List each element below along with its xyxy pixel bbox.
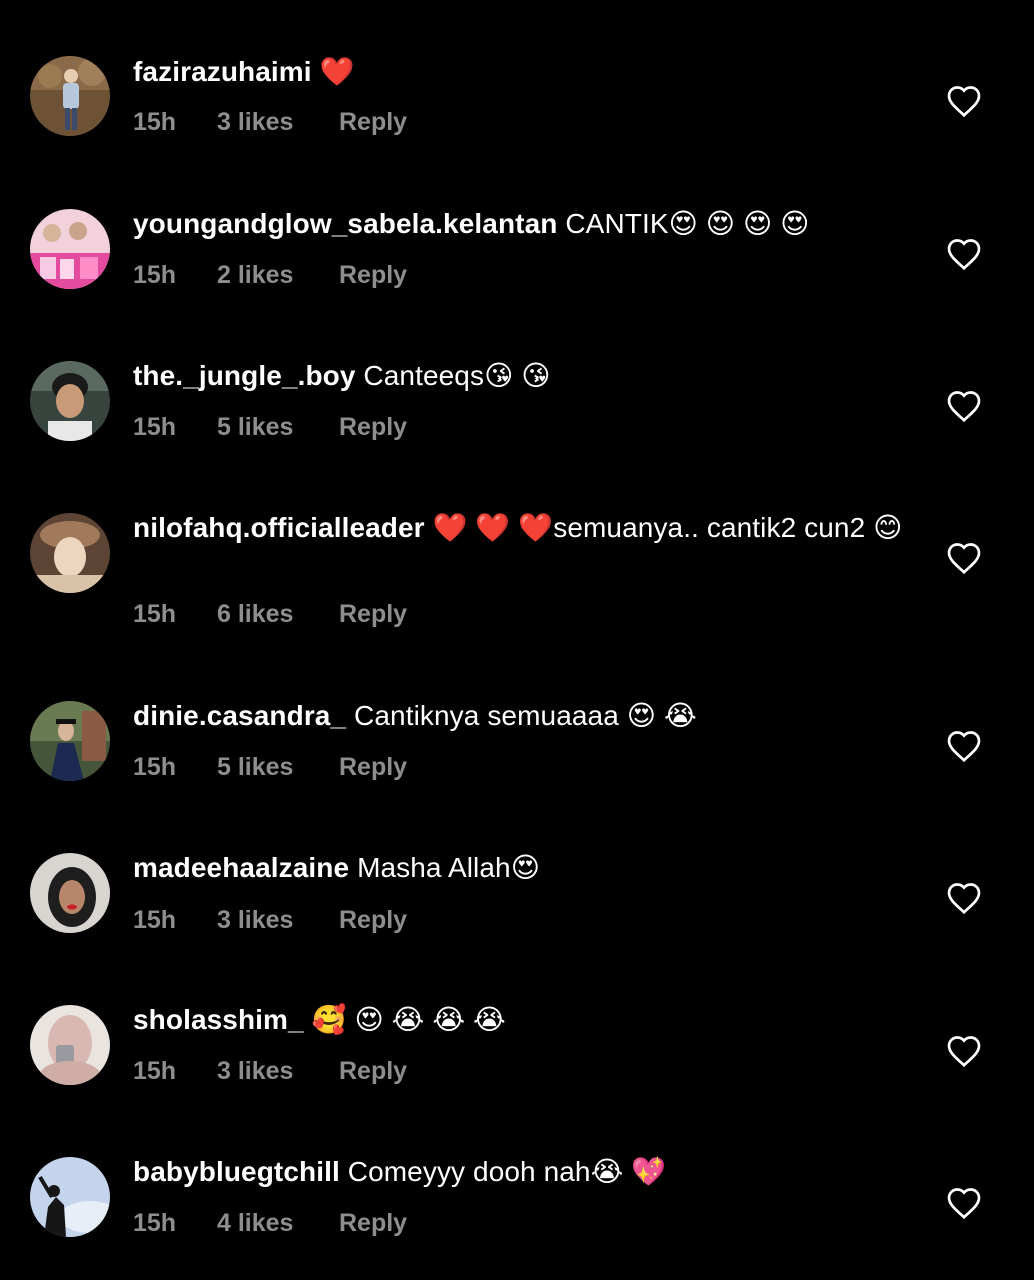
comment-body: Cantiknya semuaaaa 😍 😭 bbox=[354, 700, 697, 731]
comment-time: 15h bbox=[133, 108, 177, 136]
comment-text: fazirazuhaimi ❤️ bbox=[133, 54, 903, 90]
avatar-image bbox=[30, 701, 110, 781]
comment-meta: 15h 3 likes Reply bbox=[133, 1056, 407, 1086]
comment-time: 15h bbox=[133, 906, 177, 934]
comment-username[interactable]: youngandglow_sabela.kelantan bbox=[133, 208, 557, 239]
comment-username[interactable]: nilofahq.officialleader bbox=[133, 512, 425, 543]
comment-meta: 15h 6 likes Reply bbox=[133, 599, 407, 629]
avatar-image bbox=[30, 56, 110, 136]
comment-time: 15h bbox=[133, 261, 177, 289]
comment-body: 🥰 😍 😭 😭 😭 bbox=[311, 1004, 506, 1035]
comment-username[interactable]: babybluegtchill bbox=[133, 1156, 340, 1187]
comment-text: youngandglow_sabela.kelantan CANTIK😍 😍 😍… bbox=[133, 206, 903, 242]
comment-likes[interactable]: 5 likes bbox=[217, 412, 339, 442]
comment-time: 15h bbox=[133, 413, 177, 441]
avatar-image bbox=[30, 209, 110, 289]
like-heart-icon[interactable] bbox=[946, 1186, 982, 1220]
avatar-image bbox=[30, 361, 110, 441]
avatar[interactable] bbox=[30, 1005, 110, 1085]
like-heart-icon[interactable] bbox=[946, 1034, 982, 1068]
reply-button[interactable]: Reply bbox=[339, 412, 407, 442]
avatar[interactable] bbox=[30, 701, 110, 781]
avatar-image bbox=[30, 1005, 110, 1085]
avatar-image bbox=[30, 513, 110, 593]
comment-text: sholasshim_ 🥰 😍 😭 😭 😭 bbox=[133, 1002, 903, 1038]
like-heart-icon[interactable] bbox=[946, 541, 982, 575]
comment-text: babybluegtchill Comeyyy dooh nah😭 💖 bbox=[133, 1154, 903, 1190]
comment-meta: 15h 2 likes Reply bbox=[133, 260, 407, 290]
avatar[interactable] bbox=[30, 209, 110, 289]
comment-likes[interactable]: 4 likes bbox=[217, 1208, 339, 1238]
reply-button[interactable]: Reply bbox=[339, 905, 407, 935]
comment-likes[interactable]: 3 likes bbox=[217, 905, 339, 935]
comment-text: madeehaalzaine Masha Allah😍 bbox=[133, 850, 903, 886]
comment-meta: 15h 3 likes Reply bbox=[133, 107, 407, 137]
comment-username[interactable]: fazirazuhaimi bbox=[133, 56, 312, 87]
comment-time: 15h bbox=[133, 753, 177, 781]
reply-button[interactable]: Reply bbox=[339, 1056, 407, 1086]
comment-meta: 15h 5 likes Reply bbox=[133, 752, 407, 782]
comment-body: Masha Allah😍 bbox=[357, 852, 540, 883]
like-heart-icon[interactable] bbox=[946, 881, 982, 915]
reply-button[interactable]: Reply bbox=[339, 599, 407, 629]
avatar-image bbox=[30, 853, 110, 933]
avatar[interactable] bbox=[30, 361, 110, 441]
comment-likes[interactable]: 2 likes bbox=[217, 260, 339, 290]
avatar[interactable] bbox=[30, 513, 110, 593]
like-heart-icon[interactable] bbox=[946, 389, 982, 423]
comment-likes[interactable]: 5 likes bbox=[217, 752, 339, 782]
comment-time: 15h bbox=[133, 1057, 177, 1085]
like-heart-icon[interactable] bbox=[946, 237, 982, 271]
like-heart-icon[interactable] bbox=[946, 84, 982, 118]
like-heart-icon[interactable] bbox=[946, 729, 982, 763]
comment-body: CANTIK😍 😍 😍 😍 bbox=[565, 208, 810, 239]
comment-body: Canteeqs😘 😘 bbox=[363, 360, 551, 391]
comment-text: the._jungle_.boy Canteeqs😘 😘 bbox=[133, 358, 903, 394]
comment-time: 15h bbox=[133, 600, 177, 628]
comment-text: dinie.casandra_ Cantiknya semuaaaa 😍 😭 bbox=[133, 698, 903, 734]
comment-body: ❤️ ❤️ ❤️semuanya.. cantik2 cun2 😊 bbox=[432, 512, 903, 543]
avatar[interactable] bbox=[30, 56, 110, 136]
comment-text: nilofahq.officialleader ❤️ ❤️ ❤️semuanya… bbox=[133, 510, 903, 546]
comment-meta: 15h 5 likes Reply bbox=[133, 412, 407, 442]
comment-username[interactable]: sholasshim_ bbox=[133, 1004, 304, 1035]
reply-button[interactable]: Reply bbox=[339, 260, 407, 290]
avatar-image bbox=[30, 1157, 110, 1237]
reply-button[interactable]: Reply bbox=[339, 107, 407, 137]
comment-meta: 15h 3 likes Reply bbox=[133, 905, 407, 935]
comment-body: ❤️ bbox=[319, 56, 355, 87]
comment-likes[interactable]: 3 likes bbox=[217, 107, 339, 137]
comment-body: Comeyyy dooh nah😭 💖 bbox=[347, 1156, 667, 1187]
avatar[interactable] bbox=[30, 1157, 110, 1237]
comment-likes[interactable]: 3 likes bbox=[217, 1056, 339, 1086]
comment-username[interactable]: dinie.casandra_ bbox=[133, 700, 346, 731]
comment-time: 15h bbox=[133, 1209, 177, 1237]
reply-button[interactable]: Reply bbox=[339, 752, 407, 782]
comment-username[interactable]: the._jungle_.boy bbox=[133, 360, 356, 391]
comment-likes[interactable]: 6 likes bbox=[217, 599, 339, 629]
reply-button[interactable]: Reply bbox=[339, 1208, 407, 1238]
comment-meta: 15h 4 likes Reply bbox=[133, 1208, 407, 1238]
avatar[interactable] bbox=[30, 853, 110, 933]
comment-username[interactable]: madeehaalzaine bbox=[133, 852, 349, 883]
